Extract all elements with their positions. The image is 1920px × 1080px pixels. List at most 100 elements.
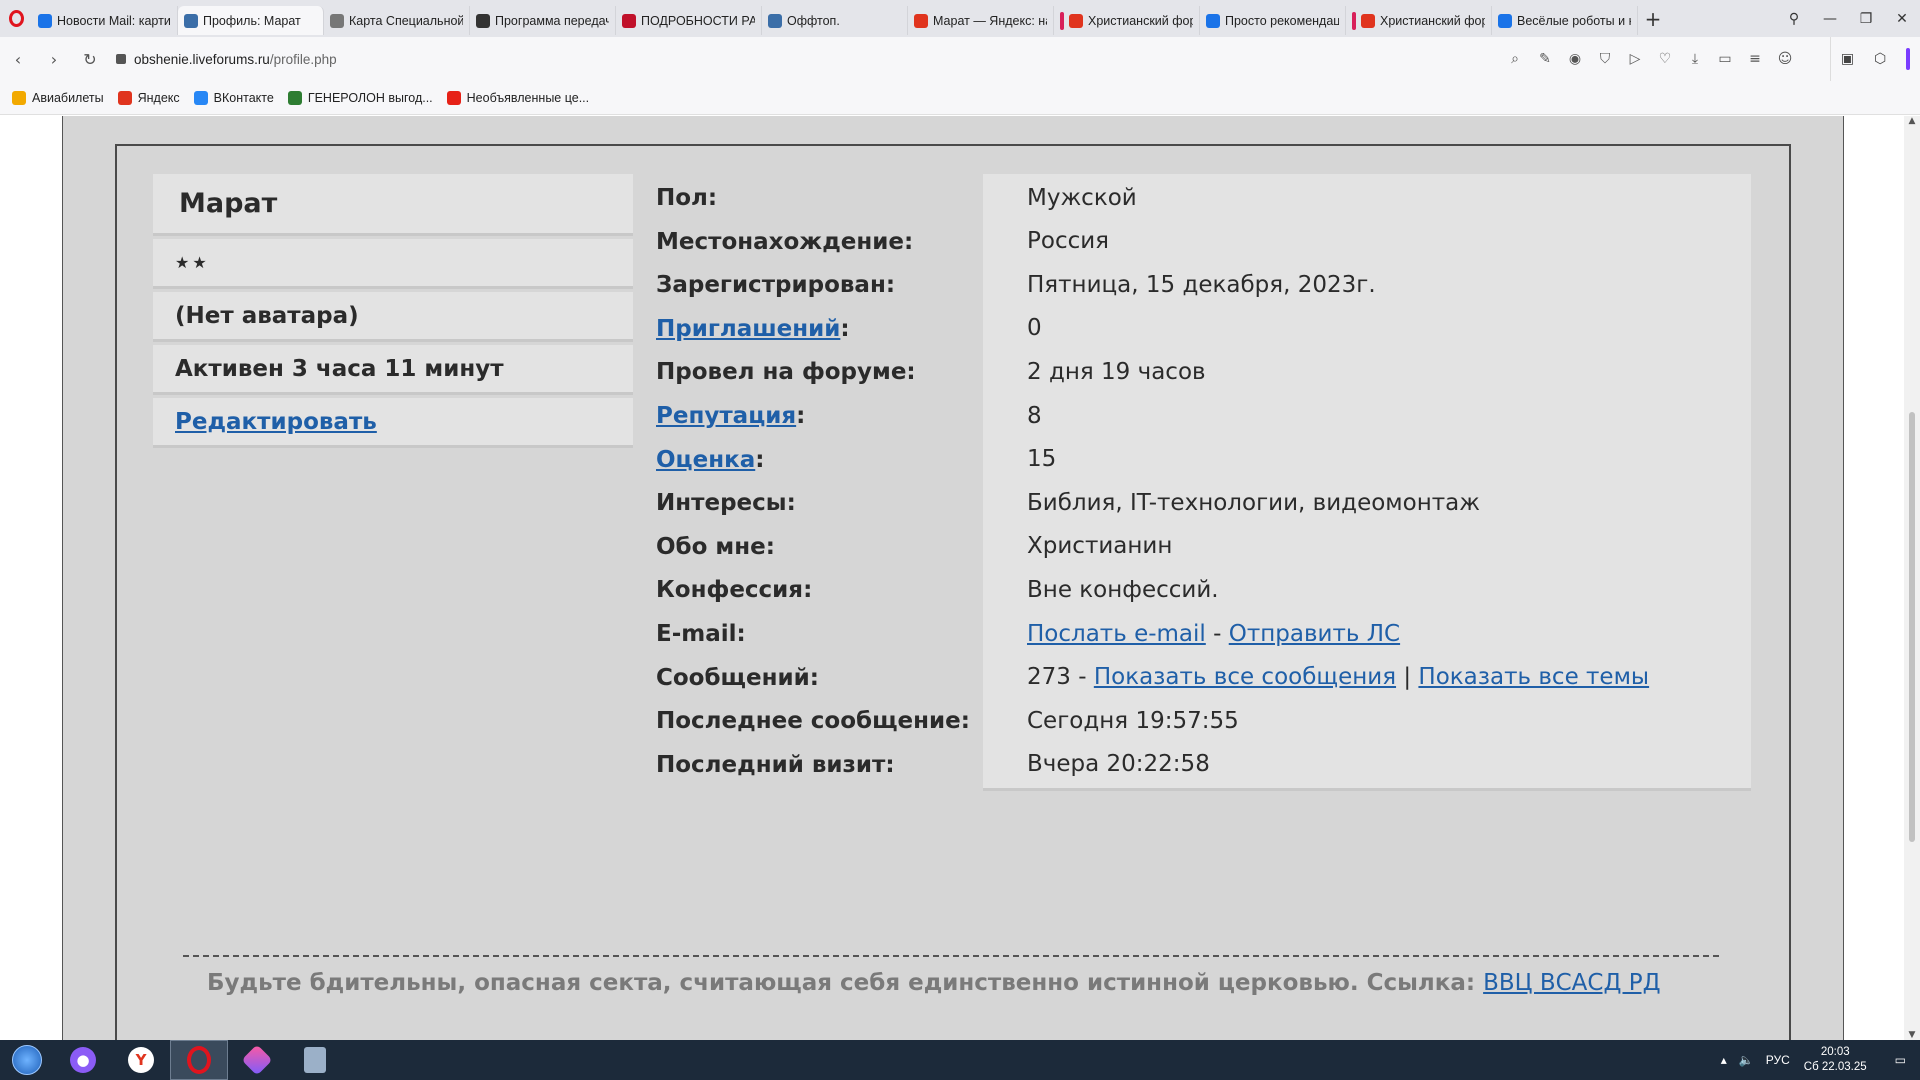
browser-tab[interactable]: Марат — Яндекс: нашл [908,6,1054,35]
edit-icon[interactable]: ✎ [1530,51,1560,67]
active-time: Активен 3 часа 11 минут [153,345,633,395]
notifications-icon[interactable]: ▭ [1895,1053,1906,1067]
bookmark-label: Авиабилеты [32,90,104,105]
tab-favicon-icon [1361,13,1375,28]
camera-icon[interactable]: ◉ [1560,51,1590,67]
tab-favicon-icon [914,13,928,28]
address-bar-actions: ⌕ ✎ ◉ ⛉ ▷ ♡ ⤓ ▭ ≡ ☺ [1500,37,1800,81]
tab-label: Программа передач [495,13,609,28]
start-button[interactable] [0,1040,54,1080]
field-value: 273 - Показать все сообщения | Показать … [983,653,1751,704]
field-value-link[interactable]: Показать все сообщения [1094,664,1396,690]
new-tab-button[interactable]: + [1638,7,1668,31]
field-label: Последнее сообщение: [656,708,970,735]
opera-menu-icon[interactable] [0,0,32,37]
zoom-icon[interactable]: ⌕ [1500,51,1530,67]
tab-favicon-icon [330,13,344,28]
profile-username: Марат [153,174,633,236]
sidebar-toggle-icon[interactable] [1906,48,1911,70]
taskbar-yandex-browser[interactable]: Y [112,1040,170,1080]
reload-button[interactable]: ↻ [72,50,108,69]
tab-label: Новости Mail: картин [57,13,171,28]
field-label-suffix: : [796,403,806,429]
edit-profile-link[interactable]: Редактировать [175,409,377,435]
browser-tab[interactable]: Программа передач [470,6,616,35]
browser-tab[interactable]: ПОДРОБНОСТИ РАЗГ [616,6,762,35]
address-field[interactable]: obshenie.liveforums.ru/profile.php [134,52,337,67]
shield-icon[interactable]: ⛉ [1590,51,1620,67]
bookmark-item[interactable]: Авиабилеты [12,90,104,105]
bookmark-item[interactable]: ВКонтакте [193,90,274,105]
field-label: Оценка: [656,447,764,473]
close-button[interactable]: ✕ [1884,11,1920,27]
menu-icon[interactable]: ≡ [1740,51,1770,67]
field-label-link[interactable]: Приглашений [656,316,840,342]
field-value-link[interactable]: Показать все темы [1418,664,1649,690]
edit-box: Редактировать [153,398,633,448]
field-label: Пол: [656,185,718,211]
tab-label: Весёлые роботы и не [1517,13,1631,28]
clock-date: Сб 22.03.25 [1803,1061,1867,1073]
clock[interactable]: 20:03 Сб 22.03.25 [1804,1045,1867,1075]
bookmark-item[interactable]: Яндекс [117,90,180,105]
back-button[interactable]: ‹ [0,50,36,69]
tab-favicon-icon [1498,13,1512,28]
minimize-button[interactable]: — [1812,11,1848,27]
browser-tab[interactable]: Карта Специальной в [324,6,470,35]
player-icon[interactable]: ▭ [1710,51,1740,67]
tab-label: Просто рекомендаци [1225,13,1339,28]
forward-button[interactable]: › [36,50,72,69]
forum-container: Марат ★★ (Нет аватара) Активен 3 часа 11… [62,116,1844,1040]
divider [183,955,1719,957]
profile-panel: Марат ★★ (Нет аватара) Активен 3 часа 11… [115,144,1791,1040]
field-label-link[interactable]: Оценка [656,447,755,473]
profile-icon[interactable]: ☺ [1770,51,1800,67]
cube-icon[interactable]: ⬡ [1874,51,1886,67]
browser-tab[interactable]: Христианский форум [1054,6,1200,35]
taskbar-calculator[interactable] [286,1040,344,1080]
taskbar-alice-app[interactable]: ● [54,1040,112,1080]
browser-tab[interactable]: Оффтоп. [762,6,908,35]
field-value-link[interactable]: Послать e-mail [1027,621,1206,647]
field-label: Зарегистрирован: [656,272,896,299]
bookmark-favicon-icon [193,90,208,105]
bookmark-item[interactable]: ГЕНЕРОЛОН выгод... [287,90,433,105]
system-tray: ▴ 🔈 РУС 20:03 Сб 22.03.25 ▭ [1709,1040,1920,1080]
bookmark-favicon-icon [446,90,461,105]
language-indicator[interactable]: РУС [1766,1053,1790,1067]
play-icon[interactable]: ▷ [1620,51,1650,67]
browser-tab[interactable]: Просто рекомендаци [1200,6,1346,35]
warning-link[interactable]: ВВЦ ВСАСД РД [1483,970,1660,996]
browser-tab[interactable]: Весёлые роботы и не [1492,6,1638,35]
bookmark-item[interactable]: Необъявленные це... [446,90,589,105]
field-value-link[interactable]: Отправить ЛС [1229,621,1400,647]
extension-icon[interactable]: ▣ [1841,51,1854,67]
field-label-link[interactable]: Репутация [656,403,796,429]
browser-tab[interactable]: Новости Mail: картин [32,6,178,35]
field-label: Сообщений: [656,664,819,691]
browser-tab[interactable]: Христианский форум [1346,6,1492,35]
field-value: Мужской [983,174,1751,224]
tab-label: Оффтоп. [787,13,840,28]
page-scrollbar[interactable]: ▲ ▼ [1904,116,1920,1040]
taskbar-gem-app[interactable] [228,1040,286,1080]
lock-icon [116,54,126,64]
field-value: Вчера 20:22:58 [983,740,1751,791]
tab-label: Христианский форум [1088,13,1193,28]
volume-icon[interactable]: 🔈 [1739,1053,1754,1067]
scroll-up-icon[interactable]: ▲ [1904,116,1920,126]
windows-taskbar: ● Y ▴ 🔈 РУС 20:03 Сб 22.03.25 ▭ [0,1040,1920,1080]
bookmarks-bar: Авиабилеты Яндекс ВКонтакте ГЕНЕРОЛОН выгод… [0,81,1920,115]
heart-icon[interactable]: ♡ [1650,51,1680,67]
tray-expand-icon[interactable]: ▴ [1721,1053,1727,1067]
bookmark-favicon-icon [12,90,26,105]
restore-button[interactable]: ❐ [1848,11,1884,27]
browser-tab[interactable]: Профиль: Марат [178,6,324,35]
scroll-down-icon[interactable]: ▼ [1904,1030,1920,1040]
scroll-thumb[interactable] [1909,412,1915,842]
taskbar-opera[interactable] [170,1040,228,1080]
search-tabs-icon[interactable]: ⚲ [1776,11,1812,27]
avatar-status: (Нет аватара) [153,292,633,342]
download-icon[interactable]: ⤓ [1680,51,1710,67]
tab-favicon-icon [622,13,636,28]
